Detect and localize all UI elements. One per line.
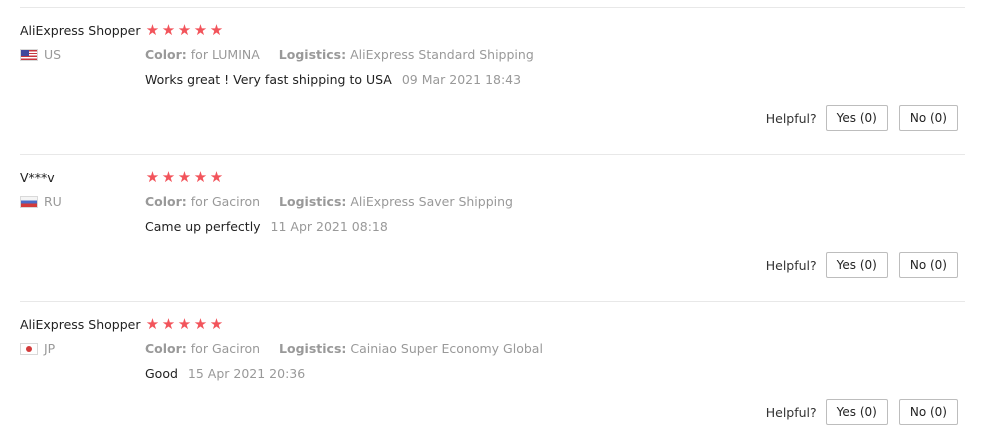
reviewer-name: AliExpress Shopper — [20, 317, 141, 332]
color-value: for Gaciron — [190, 341, 261, 356]
review-feedback: Good 15 Apr 2021 20:36 — [145, 366, 305, 381]
reviewer-name: V***v — [20, 170, 55, 185]
order-info: Color: for LUMINA Logistics: AliExpress … — [145, 47, 534, 62]
helpful-no-button[interactable]: No (0) — [898, 399, 958, 425]
star-icon: ★ — [177, 21, 192, 39]
us-flag-icon — [20, 48, 38, 61]
color-value: for Gaciron — [190, 194, 261, 209]
star-icon: ★ — [193, 21, 208, 39]
color-label: Color: — [145, 47, 187, 62]
ru-flag-icon — [20, 195, 38, 208]
star-icon: ★ — [193, 168, 208, 186]
jp-flag-icon — [20, 342, 38, 355]
review-list: AliExpress Shopper US ★ ★ ★ ★ ★ Color: f… — [20, 7, 965, 446]
helpful-yes-button[interactable]: Yes (0) — [825, 252, 888, 278]
helpful-label: Helpful? — [765, 110, 817, 126]
feedback-text: Works great ! Very fast shipping to USA — [145, 72, 392, 87]
star-icon: ★ — [209, 315, 224, 333]
star-icon: ★ — [193, 315, 208, 333]
helpful-voting: Helpful? Yes (0) No (0) — [766, 252, 958, 278]
logistics-label: Logistics: — [279, 194, 347, 209]
review-item: V***v RU ★ ★ ★ ★ ★ Color: for Gaciron Lo… — [20, 154, 965, 301]
reviewer-country: RU — [20, 194, 62, 209]
reviewer-name: AliExpress Shopper — [20, 23, 141, 38]
color-label: Color: — [145, 341, 187, 356]
helpful-yes-button[interactable]: Yes (0) — [825, 105, 888, 131]
review-feedback: Works great ! Very fast shipping to USA … — [145, 72, 521, 87]
star-icon: ★ — [177, 315, 192, 333]
feedback-text: Came up perfectly — [145, 219, 261, 234]
country-code: RU — [44, 194, 62, 209]
color-label: Color: — [145, 194, 187, 209]
helpful-voting: Helpful? Yes (0) No (0) — [766, 105, 958, 131]
helpful-voting: Helpful? Yes (0) No (0) — [766, 399, 958, 425]
order-info: Color: for Gaciron Logistics: Cainiao Su… — [145, 341, 543, 356]
star-rating: ★ ★ ★ ★ ★ — [145, 315, 224, 333]
star-icon: ★ — [209, 168, 224, 186]
logistics-value: Cainiao Super Economy Global — [350, 341, 543, 356]
logistics-label: Logistics: — [278, 47, 347, 62]
helpful-label: Helpful? — [765, 404, 817, 420]
country-code: US — [44, 47, 62, 62]
reviewer-country: US — [20, 47, 61, 62]
star-icon: ★ — [161, 21, 176, 39]
helpful-no-button[interactable]: No (0) — [898, 252, 958, 278]
review-date: 09 Mar 2021 18:43 — [401, 72, 522, 87]
logistics-label: Logistics: — [279, 341, 347, 356]
order-info: Color: for Gaciron Logistics: AliExpress… — [145, 194, 513, 209]
star-icon: ★ — [177, 168, 192, 186]
helpful-label: Helpful? — [765, 257, 817, 273]
star-icon: ★ — [209, 21, 224, 39]
logistics-value: AliExpress Saver Shipping — [350, 194, 513, 209]
reviewer-country: JP — [20, 341, 55, 356]
star-icon: ★ — [161, 168, 176, 186]
helpful-no-button[interactable]: No (0) — [898, 105, 958, 131]
review-date: 15 Apr 2021 20:36 — [187, 366, 306, 381]
review-feedback: Came up perfectly 11 Apr 2021 08:18 — [145, 219, 388, 234]
feedback-text: Good — [145, 366, 178, 381]
country-code: JP — [44, 341, 56, 356]
star-rating: ★ ★ ★ ★ ★ — [145, 168, 224, 186]
star-icon: ★ — [145, 21, 160, 39]
helpful-yes-button[interactable]: Yes (0) — [825, 399, 888, 425]
review-item: AliExpress Shopper US ★ ★ ★ ★ ★ Color: f… — [20, 7, 965, 154]
star-rating: ★ ★ ★ ★ ★ — [145, 21, 224, 39]
star-icon: ★ — [161, 315, 176, 333]
review-item: AliExpress Shopper JP ★ ★ ★ ★ ★ Color: f… — [20, 301, 965, 446]
star-icon: ★ — [145, 315, 160, 333]
color-value: for LUMINA — [190, 47, 260, 62]
review-date: 11 Apr 2021 08:18 — [270, 219, 388, 234]
logistics-value: AliExpress Standard Shipping — [350, 47, 534, 62]
star-icon: ★ — [145, 168, 160, 186]
